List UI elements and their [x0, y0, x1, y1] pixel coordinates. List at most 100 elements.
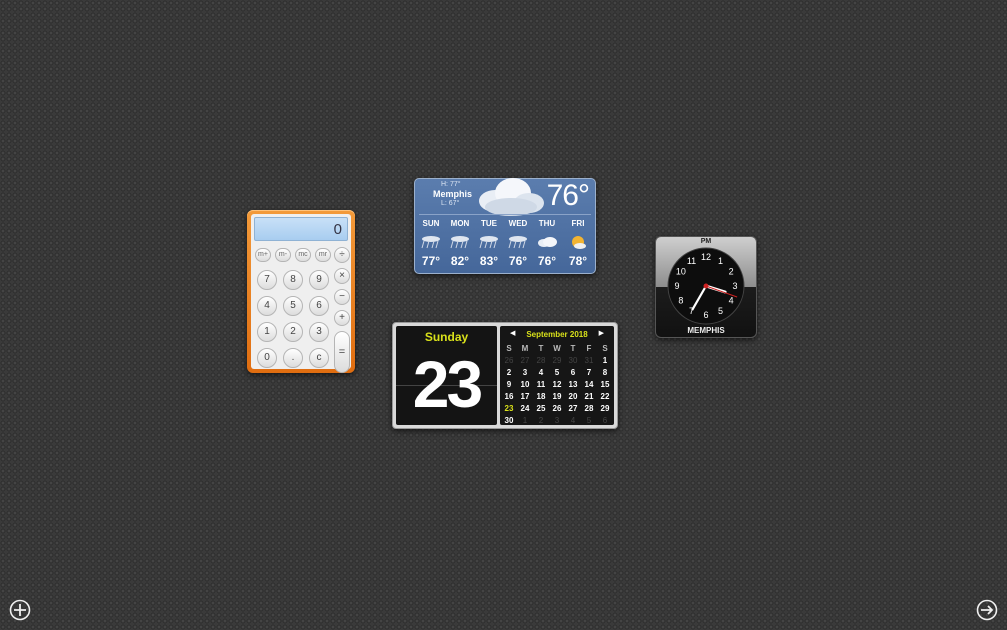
forecast-high: 83° [479, 254, 499, 268]
calendar-widget[interactable]: Sunday 23 ◀ September 2018 ▶ S M T W T F S 26 27… [392, 322, 618, 429]
key-6-button[interactable]: 6 [309, 296, 329, 316]
key-3-button[interactable]: 3 [309, 322, 329, 342]
key-8-button[interactable]: 8 [283, 270, 303, 290]
memory-subtract-button[interactable]: m- [275, 248, 291, 262]
calendar-day-cell: 23 [504, 404, 514, 413]
calendar-day-cell: 20 [568, 392, 578, 401]
clear-button[interactable]: c [309, 348, 329, 368]
calendar-day-outside-month: 26 [504, 356, 514, 365]
calendar-day-outside-month: 1 [522, 416, 528, 425]
clock-numeral: 9 [674, 281, 679, 291]
key-0-button[interactable]: 0 [257, 348, 277, 368]
key-5-button[interactable]: 5 [283, 296, 303, 316]
key-7-button[interactable]: 7 [257, 270, 277, 290]
clock-city: MEMPHIS [687, 326, 725, 335]
calendar-day-cell: 11 [536, 380, 546, 389]
forecast-day: TUE [481, 219, 497, 228]
memory-recall-button[interactable]: mr [315, 248, 331, 262]
calendar-day-number: 23 [412, 347, 483, 421]
weather-low: L: 67° [441, 200, 460, 207]
clock-center [703, 283, 709, 289]
forecast-high: 77° [421, 254, 441, 268]
key-2-button[interactable]: 2 [283, 322, 303, 342]
key-4-button[interactable]: 4 [257, 296, 277, 316]
divide-button[interactable]: ÷ [334, 247, 350, 263]
forecast-high: 76° [537, 254, 557, 268]
calendar-day-cell: 26 [552, 404, 562, 413]
calendar-day-cell: 15 [600, 380, 610, 389]
memory-add-button[interactable]: m+ [255, 248, 271, 262]
calendar-day-outside-month: 27 [520, 356, 530, 365]
calendar-day-cell: 9 [506, 380, 512, 389]
clock-numeral: 2 [729, 267, 734, 277]
calendar-month-panel: ◀ September 2018 ▶ S M T W T F S 26 27 28 29 30 31 1 2… [500, 326, 614, 425]
clock-numeral: 12 [701, 252, 711, 262]
calendar-month-label: September 2018 [526, 330, 588, 339]
calendar-day-cell: 24 [520, 404, 530, 413]
key-9-button[interactable]: 9 [309, 270, 329, 290]
calculator-body: 0 m+ m- mc mr ÷ 7 8 9 × 4 5 6 − 1 2 3 + … [251, 214, 351, 373]
clock-numeral: 11 [687, 256, 696, 266]
plus-circle-icon[interactable] [9, 599, 31, 621]
calendar-day-cell: 6 [570, 368, 576, 377]
clock-numeral: 3 [732, 281, 737, 291]
calendar-day-cell: 2 [506, 368, 512, 377]
calendar-day-cell: 12 [552, 380, 562, 389]
plus-button[interactable]: + [334, 310, 350, 326]
forecast-day: THU [538, 219, 556, 228]
forecast-day: WED [508, 219, 528, 228]
storm-icon [503, 235, 533, 254]
calendar-weekday-header: T [538, 344, 544, 353]
calendar-day-cell: 5 [554, 368, 560, 377]
clock-numeral: 5 [718, 306, 723, 316]
weather-divider [419, 214, 591, 215]
calendar-day-outside-month: 29 [552, 356, 562, 365]
calendar-day-cell: 30 [504, 416, 514, 425]
storm-icon [445, 235, 475, 254]
calculator-widget[interactable]: 0 m+ m- mc mr ÷ 7 8 9 × 4 5 6 − 1 2 3 + … [247, 210, 355, 373]
next-month-icon[interactable]: ▶ [599, 329, 604, 337]
calendar-day-cell: 17 [520, 392, 530, 401]
clock-numeral: 4 [729, 296, 734, 306]
calendar-day-outside-month: 3 [554, 416, 560, 425]
calendar-day-outside-month: 31 [584, 356, 594, 365]
decimal-button[interactable]: . [283, 348, 303, 368]
clock-numeral: 8 [678, 296, 683, 306]
calendar-day-outside-month: 4 [570, 416, 576, 425]
calendar-day-cell: 16 [504, 392, 514, 401]
memory-clear-button[interactable]: mc [295, 248, 311, 262]
forecast-day: SUN [422, 219, 440, 228]
calendar-weekday-header: S [506, 344, 512, 353]
clock-numeral: 1 [718, 256, 723, 266]
calendar-day-cell: 3 [522, 368, 528, 377]
calendar-day-cell: 18 [536, 392, 546, 401]
cloud-icon [479, 178, 544, 216]
clock-numeral: 6 [703, 310, 708, 320]
calendar-day-cell: 29 [600, 404, 610, 413]
calendar-weekday: Sunday [424, 330, 469, 344]
calendar-day-cell: 14 [584, 380, 594, 389]
weather-widget[interactable]: H: 77° Memphis L: 67° 76° SUN MON TUE WE… [414, 178, 596, 274]
partly-sunny-icon [563, 235, 593, 256]
calendar-day-outside-month: 30 [568, 356, 578, 365]
forecast-high: 82° [450, 254, 470, 268]
calendar-day-cell: 7 [586, 368, 592, 377]
minus-button[interactable]: − [334, 289, 350, 305]
key-1-button[interactable]: 1 [257, 322, 277, 342]
world-clock-widget[interactable]: PM 12 1 2 3 4 5 6 7 8 9 10 11 MEMPHIS [655, 236, 757, 338]
calendar-day-outside-month: 6 [602, 416, 608, 425]
equals-button[interactable]: = [334, 331, 350, 373]
calendar-day-outside-month: 5 [586, 416, 592, 425]
calendar-day-panel[interactable]: Sunday 23 [396, 326, 497, 425]
calendar-day-cell: 19 [552, 392, 562, 401]
arrow-right-circle-icon[interactable] [976, 599, 998, 621]
calendar-weekday-header: T [570, 344, 576, 353]
multiply-button[interactable]: × [334, 268, 350, 284]
calendar-day-cell: 1 [602, 356, 608, 365]
calendar-day-cell: 4 [538, 368, 544, 377]
calendar-day-cell: 13 [568, 380, 578, 389]
calendar-weekday-header: F [586, 344, 592, 353]
current-temperature: 76° [546, 179, 590, 212]
storm-icon [474, 235, 504, 254]
calculator-display: 0 [254, 217, 348, 241]
